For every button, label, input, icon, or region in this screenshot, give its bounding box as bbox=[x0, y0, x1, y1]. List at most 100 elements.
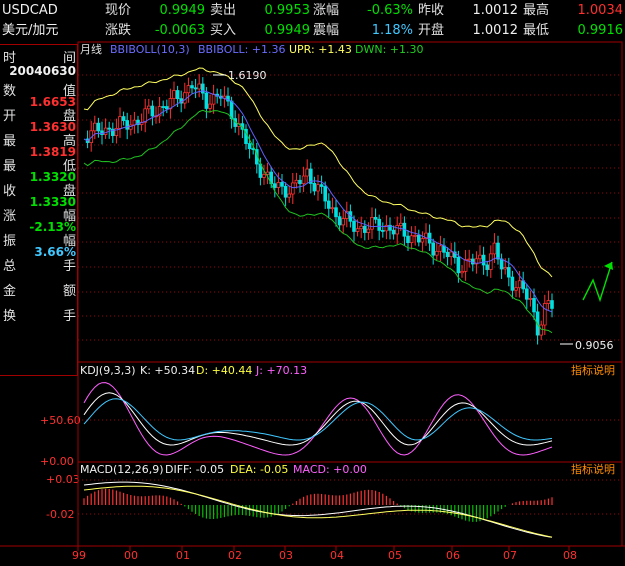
candle-body-57 bbox=[287, 193, 291, 198]
candle-body-33 bbox=[200, 83, 205, 94]
candle-body-29 bbox=[186, 85, 191, 94]
candle-body-59 bbox=[294, 179, 299, 184]
candle-body-76 bbox=[355, 228, 360, 232]
candle-body-32 bbox=[197, 83, 202, 90]
candle-body-22 bbox=[161, 106, 166, 108]
candle-body-92 bbox=[413, 234, 417, 237]
candle-body-77 bbox=[359, 225, 363, 230]
candle-body-68 bbox=[326, 200, 331, 209]
candle-body-66 bbox=[319, 184, 324, 187]
candle-body-79 bbox=[366, 228, 371, 233]
forecast-line bbox=[582, 261, 613, 303]
chart-canvas[interactable] bbox=[0, 0, 625, 566]
kdj-k-line bbox=[83, 392, 553, 446]
candle-body-90 bbox=[406, 235, 410, 244]
candle-body-107 bbox=[467, 258, 471, 261]
candle-body-123 bbox=[525, 288, 529, 300]
candle-body-75 bbox=[352, 220, 356, 232]
candle-body-4 bbox=[96, 122, 101, 132]
kdj-d-line bbox=[83, 398, 553, 441]
candle-body-67 bbox=[323, 186, 327, 202]
candle-body-28 bbox=[182, 92, 187, 104]
candle-body-23 bbox=[164, 106, 169, 110]
candle-body-124 bbox=[528, 298, 533, 300]
candle-body-98 bbox=[434, 250, 439, 256]
candle-body-5 bbox=[100, 130, 104, 135]
candle-body-41 bbox=[229, 100, 234, 120]
candle-body-56 bbox=[283, 185, 288, 198]
candle-body-94 bbox=[420, 238, 425, 243]
candle-body-80 bbox=[370, 216, 374, 230]
candle-body-31 bbox=[193, 87, 198, 90]
candle-body-82 bbox=[377, 218, 381, 231]
upr-line bbox=[83, 67, 553, 278]
candle-body-88 bbox=[398, 222, 403, 226]
candle-body-116 bbox=[499, 258, 504, 270]
candle-body-18 bbox=[146, 105, 151, 110]
candle-body-53 bbox=[272, 183, 277, 188]
candle-body-111 bbox=[481, 254, 486, 266]
candle-body-113 bbox=[488, 253, 493, 270]
candle-body-69 bbox=[330, 207, 335, 210]
forecast-arrowhead bbox=[604, 262, 613, 270]
candle-body-115 bbox=[496, 242, 500, 260]
candle-body-35 bbox=[208, 103, 212, 109]
candle-body-30 bbox=[190, 85, 194, 89]
kdj-panel-frame bbox=[77, 361, 623, 463]
kdj-j-line bbox=[83, 382, 553, 456]
candle-body-46 bbox=[247, 143, 252, 150]
candle-body-71 bbox=[337, 216, 342, 226]
candle-body-10 bbox=[118, 116, 122, 129]
candle-body-93 bbox=[416, 234, 421, 243]
candle-body-112 bbox=[485, 264, 489, 270]
candle-body-118 bbox=[506, 267, 511, 278]
candle-body-81 bbox=[373, 216, 378, 220]
candle-body-83 bbox=[380, 230, 385, 232]
candle-body-117 bbox=[503, 267, 507, 270]
candle-body-104 bbox=[456, 257, 461, 274]
candle-body-36 bbox=[211, 93, 216, 105]
candle-body-34 bbox=[204, 92, 209, 109]
candle-body-50 bbox=[262, 173, 266, 178]
bbiboll-line bbox=[83, 90, 553, 313]
candle-body-106 bbox=[463, 259, 468, 272]
candle-body-55 bbox=[280, 182, 284, 187]
candle-body-64 bbox=[312, 182, 317, 192]
candle-body-125 bbox=[532, 298, 536, 313]
candle-body-3 bbox=[93, 122, 97, 132]
candle-body-99 bbox=[438, 245, 443, 252]
main-panel-frame bbox=[77, 41, 623, 363]
candle-body-62 bbox=[305, 168, 309, 177]
candle-body-12 bbox=[125, 120, 130, 130]
candle-body-17 bbox=[143, 108, 148, 123]
candle-body-91 bbox=[409, 235, 414, 244]
candle-body-101 bbox=[445, 251, 450, 258]
candle-body-121 bbox=[517, 280, 522, 289]
candle-body-86 bbox=[391, 229, 396, 235]
candle-body-7 bbox=[107, 127, 112, 130]
candle-body-72 bbox=[341, 218, 345, 226]
candle-body-87 bbox=[395, 225, 399, 235]
candle-body-110 bbox=[478, 254, 482, 260]
candle-body-25 bbox=[172, 90, 176, 99]
candle-body-65 bbox=[316, 184, 320, 192]
candle-body-105 bbox=[460, 270, 464, 274]
candle-body-26 bbox=[175, 90, 180, 100]
candle-body-128 bbox=[543, 303, 547, 326]
candle-body-119 bbox=[510, 276, 515, 291]
candle-body-129 bbox=[546, 300, 551, 304]
macd-diff-line bbox=[83, 481, 553, 538]
candle-body-70 bbox=[334, 207, 338, 218]
candle-body-78 bbox=[362, 225, 367, 233]
candle-body-6 bbox=[103, 127, 108, 135]
candle-body-114 bbox=[492, 242, 497, 255]
candle-body-127 bbox=[539, 324, 543, 336]
candle-body-102 bbox=[449, 251, 453, 258]
candle-body-120 bbox=[514, 287, 518, 291]
candle-body-11 bbox=[121, 116, 126, 121]
candle-body-54 bbox=[276, 182, 281, 188]
candle-body-97 bbox=[431, 242, 435, 256]
candle-body-60 bbox=[298, 179, 302, 185]
candle-body-58 bbox=[290, 182, 295, 195]
candle-body-61 bbox=[301, 175, 306, 185]
